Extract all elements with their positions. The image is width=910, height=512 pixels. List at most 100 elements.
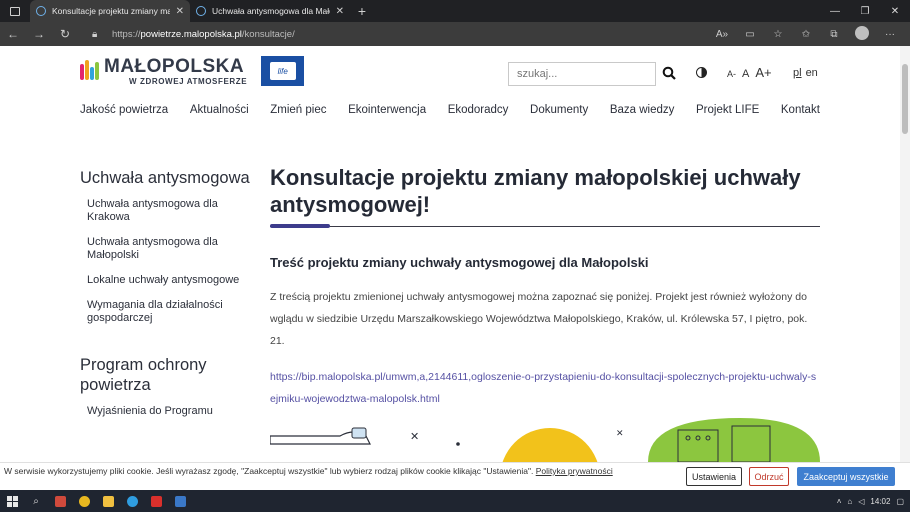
life-badge: life xyxy=(269,62,296,80)
sidebar-item-uchwala-malopolska[interactable]: Uchwała antysmogowa dla Małopolski xyxy=(80,236,250,262)
font-increase-button[interactable]: A+ xyxy=(755,65,771,80)
main-content: Konsultacje projektu zmiany małopolskiej… xyxy=(270,164,820,410)
file-explorer-icon[interactable] xyxy=(96,490,120,512)
system-tray: ˄ ⌂ ◁ 14:02 ▢ xyxy=(837,497,910,506)
section-heading: Treść projektu zmiany uchwały antysmogow… xyxy=(270,255,649,270)
tab-actions-icon[interactable] xyxy=(0,0,30,22)
body-paragraph: Z treścią projektu zmienionej uchwały an… xyxy=(270,291,808,347)
minimize-icon[interactable]: — xyxy=(820,0,850,22)
new-tab-icon[interactable]: + xyxy=(350,0,374,22)
malopolska-logo-icon xyxy=(80,60,102,82)
sidebar-item-lokalne-uchwaly[interactable]: Lokalne uchwały antysmogowe xyxy=(80,274,250,287)
eu-life-logo: life xyxy=(261,56,305,86)
app-icon-blue[interactable] xyxy=(168,490,192,512)
logo-texts: MAŁOPOLSKA W ZDROWEJ ATMOSFERZE xyxy=(104,56,248,86)
close-tab-icon[interactable]: ✕ xyxy=(336,6,344,17)
svg-text:✕: ✕ xyxy=(410,431,419,443)
start-icon[interactable] xyxy=(0,490,24,512)
reader-mode-icon[interactable]: ▭ xyxy=(738,29,762,40)
svg-text:✕: ✕ xyxy=(616,428,624,438)
cookie-settings-button[interactable]: Ustawienia xyxy=(686,467,742,486)
cookie-banner: W serwisie wykorzystujemy pliki cookie. … xyxy=(0,462,910,490)
page-title: Konsultacje projektu zmiany małopolskiej… xyxy=(270,165,801,217)
site-favicon-icon xyxy=(36,6,46,16)
scrollbar-thumb[interactable] xyxy=(902,64,908,134)
cookie-text-block: W serwisie wykorzystujemy pliki cookie. … xyxy=(4,466,644,477)
sidebar-item-wyjasnienia[interactable]: Wyjaśnienia do Programu xyxy=(80,405,250,418)
network-icon[interactable]: ⌂ xyxy=(847,497,852,506)
main-nav: Jakość powietrza Aktualności Zmień piec … xyxy=(80,104,820,116)
lock-icon[interactable]: 🔒︎ xyxy=(92,29,108,40)
cookie-message: W serwisie wykorzystujemy pliki cookie. … xyxy=(4,466,536,476)
url-scheme: https:// xyxy=(112,28,141,40)
volume-icon[interactable]: ◁ xyxy=(858,497,864,506)
sidebar-item-uchwala-krakow[interactable]: Uchwała antysmogowa dla Krakowa xyxy=(80,198,250,224)
web-page: MAŁOPOLSKA W ZDROWEJ ATMOSFERZE life A- … xyxy=(0,46,900,462)
tab-title: Uchwała antysmogowa dla Mało xyxy=(212,6,330,16)
privacy-policy-link[interactable]: Polityka prywatności xyxy=(536,466,613,476)
tab-title: Konsultacje projektu zmiany mał xyxy=(52,6,170,16)
lang-pl-link[interactable]: pl xyxy=(793,67,802,79)
title-divider xyxy=(270,224,820,228)
acrobat-icon[interactable] xyxy=(144,490,168,512)
nav-item-ekodoradcy[interactable]: Ekodoradcy xyxy=(448,104,509,116)
sidebar: Uchwała antysmogowa Uchwała antysmogowa … xyxy=(80,168,250,430)
sidebar-item-wymagania[interactable]: Wymagania dla działalności gospodarczej xyxy=(80,299,250,325)
search-icon[interactable] xyxy=(662,66,676,80)
nav-item-projekt-life[interactable]: Projekt LIFE xyxy=(696,104,759,116)
browser-tab-bar: Konsultacje projektu zmiany mał ✕ Uchwał… xyxy=(0,0,910,22)
lang-en-link[interactable]: en xyxy=(806,67,818,79)
browser-tab[interactable]: Uchwała antysmogowa dla Mało ✕ xyxy=(190,0,350,22)
read-aloud-icon[interactable]: A» xyxy=(710,29,734,40)
page-scrollbar[interactable] xyxy=(900,46,910,462)
more-icon[interactable]: ··· xyxy=(878,29,902,40)
cookie-reject-button[interactable]: Odrzuć xyxy=(749,467,789,486)
contrast-icon[interactable] xyxy=(696,67,707,78)
url-path: /konsultacje/ xyxy=(241,28,295,40)
nav-item-zmien-piec[interactable]: Zmień piec xyxy=(270,104,326,116)
favorites-icon[interactable]: ✩ xyxy=(794,29,818,40)
back-icon[interactable]: ← xyxy=(0,22,26,46)
browser-tab-active[interactable]: Konsultacje projektu zmiany mał ✕ xyxy=(30,0,190,22)
nav-item-kontakt[interactable]: Kontakt xyxy=(781,104,820,116)
language-switcher: pl en xyxy=(793,67,818,79)
nav-item-ekointerwencja[interactable]: Ekointerwencja xyxy=(348,104,426,116)
title-divider-accent xyxy=(270,224,330,228)
restore-icon[interactable]: ❐ xyxy=(850,0,880,22)
font-decrease-button[interactable]: A- xyxy=(727,69,736,79)
logo-mark: MAŁOPOLSKA W ZDROWEJ ATMOSFERZE xyxy=(80,56,248,86)
profile-icon[interactable] xyxy=(850,25,874,43)
nav-item-jakosc-powietrza[interactable]: Jakość powietrza xyxy=(80,104,168,116)
url-field[interactable]: https://powietrze.malopolska.pl/konsulta… xyxy=(112,29,295,40)
chevron-up-icon[interactable]: ˄ xyxy=(837,497,842,506)
search-input[interactable] xyxy=(508,62,656,86)
browser-toolbar-icons: A» ▭ ☆ ✩ ⧉ ··· xyxy=(710,25,910,43)
cookie-accept-all-button[interactable]: Zaakceptuj wszystkie xyxy=(797,467,895,486)
refresh-icon[interactable]: ↻ xyxy=(52,22,78,46)
window-controls: — ❐ ✕ xyxy=(820,0,910,22)
windows-taskbar: ⌕ ˄ ⌂ ◁ 14:02 ▢ xyxy=(0,490,910,512)
logo-subtitle: W ZDROWEJ ATMOSFERZE xyxy=(129,76,248,86)
search-taskbar-icon[interactable]: ⌕ xyxy=(24,490,48,512)
chrome-icon[interactable] xyxy=(72,490,96,512)
notifications-icon[interactable]: ▢ xyxy=(896,497,904,506)
close-tab-icon[interactable]: ✕ xyxy=(176,6,184,17)
favorite-icon[interactable]: ☆ xyxy=(766,29,790,40)
font-size-controls: A- A A+ xyxy=(727,65,772,80)
sidebar-section-title[interactable]: Program ochrony powietrza xyxy=(80,355,250,395)
nav-item-dokumenty[interactable]: Dokumenty xyxy=(530,104,588,116)
clock[interactable]: 14:02 xyxy=(870,497,890,506)
collections-icon[interactable]: ⧉ xyxy=(822,29,846,40)
site-logo[interactable]: MAŁOPOLSKA W ZDROWEJ ATMOSFERZE life xyxy=(80,56,305,86)
nav-item-aktualnosci[interactable]: Aktualności xyxy=(190,104,249,116)
forward-icon[interactable]: → xyxy=(26,22,52,46)
bip-link[interactable]: https://bip.malopolska.pl/umwm,a,2144611… xyxy=(270,366,820,410)
site-favicon-icon xyxy=(196,6,206,16)
edge-icon[interactable] xyxy=(120,490,144,512)
sidebar-section-title[interactable]: Uchwała antysmogowa xyxy=(80,168,250,188)
app-icon[interactable] xyxy=(48,490,72,512)
url-host: powietrze.malopolska.pl xyxy=(140,28,242,40)
font-default-button[interactable]: A xyxy=(742,68,749,80)
close-window-icon[interactable]: ✕ xyxy=(880,0,910,22)
nav-item-baza-wiedzy[interactable]: Baza wiedzy xyxy=(610,104,675,116)
